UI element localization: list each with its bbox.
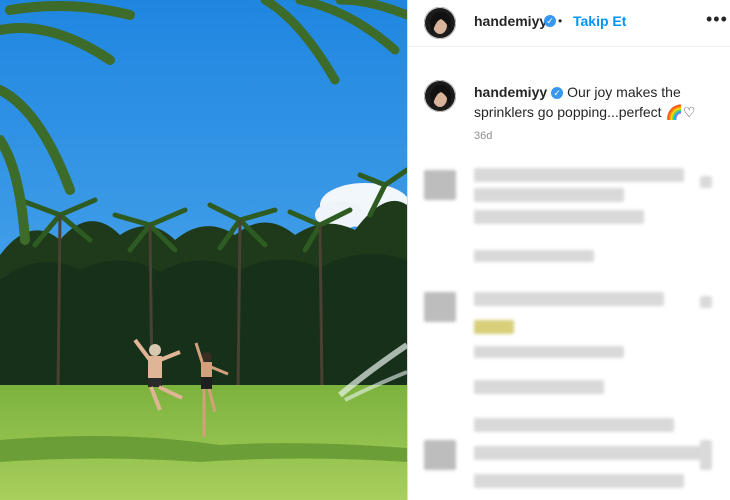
comment-avatar xyxy=(424,170,456,200)
follow-button[interactable]: Takip Et xyxy=(573,13,626,29)
comment-text xyxy=(474,168,684,182)
verified-badge-icon: ✓ xyxy=(544,15,556,27)
comment-meta xyxy=(474,250,594,262)
comment-text xyxy=(474,380,604,394)
post-header: handemiyy ✓ • Takip Et ••• xyxy=(408,0,730,47)
rainbow-emoji: 🌈 xyxy=(665,104,683,120)
comment-emoji xyxy=(474,320,514,334)
header-username[interactable]: handemiyy xyxy=(474,13,547,29)
comment-avatar xyxy=(424,440,456,470)
avatar[interactable] xyxy=(424,7,456,39)
more-options-icon[interactable]: ••• xyxy=(706,9,728,30)
post-view: handemiyy ✓ • Takip Et ••• handemiyy ✓ Our… xyxy=(0,0,730,500)
comment-text xyxy=(474,292,664,306)
comment-text xyxy=(474,210,644,224)
caption-avatar[interactable] xyxy=(424,80,456,112)
post-photo-scene xyxy=(0,0,407,500)
post-sidebar: handemiyy ✓ • Takip Et ••• handemiyy ✓ Our… xyxy=(408,0,730,500)
comment-text xyxy=(474,474,684,488)
comment-like-icon xyxy=(700,440,712,470)
comment-text xyxy=(474,446,704,460)
comment-like-icon xyxy=(700,296,712,308)
comment-avatar xyxy=(424,292,456,322)
caption-verified-badge-icon: ✓ xyxy=(551,87,564,100)
comment-meta xyxy=(474,346,624,358)
comment-text xyxy=(474,418,674,432)
post-timestamp[interactable]: 36d xyxy=(474,130,492,142)
caption-username[interactable]: handemiyy xyxy=(474,84,547,100)
comment-text xyxy=(474,188,624,202)
post-caption: handemiyy ✓ Our joy makes the sprinklers g… xyxy=(474,82,714,122)
post-photo[interactable] xyxy=(0,0,407,500)
heart-icon: ♡ xyxy=(682,104,696,120)
separator-dot: • xyxy=(558,14,563,28)
comment-like-icon xyxy=(700,176,712,188)
